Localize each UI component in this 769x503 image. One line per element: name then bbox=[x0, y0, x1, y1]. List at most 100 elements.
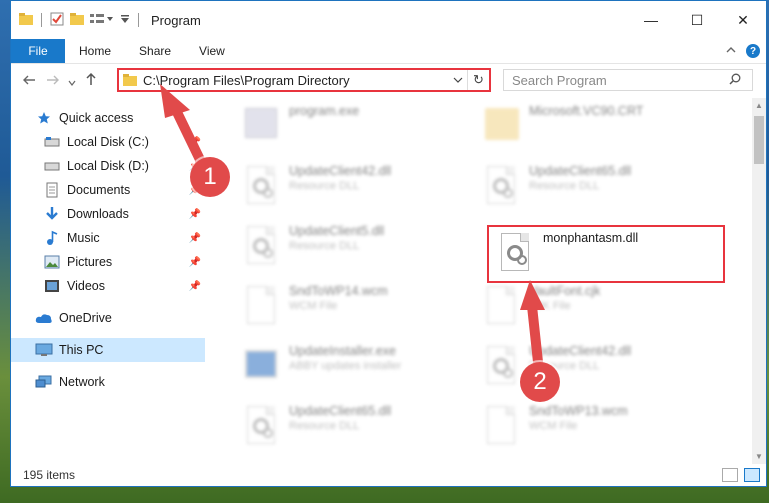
file-name: SndToWP13.wcm bbox=[529, 404, 628, 418]
dll-file-icon bbox=[495, 231, 535, 279]
recent-locations-button[interactable] bbox=[65, 73, 79, 89]
file-name: UpdateClient65.dll bbox=[289, 404, 392, 418]
music-icon bbox=[43, 230, 61, 246]
pictures-icon bbox=[43, 254, 61, 270]
file-item[interactable]: VaultFont.cjk CJK File bbox=[475, 280, 711, 338]
file-name: UpdateClient5.dll bbox=[289, 224, 385, 238]
highlighted-dll-file[interactable]: monphantasm.dll bbox=[487, 225, 725, 283]
large-icons-view-icon[interactable] bbox=[744, 468, 760, 482]
installer-icon bbox=[241, 344, 281, 392]
application-icon bbox=[241, 104, 281, 152]
sidebar-item-music[interactable]: Music 📌 bbox=[11, 226, 205, 250]
address-row: C:\Program Files\Program Directory ↻ bbox=[11, 63, 766, 97]
view-switcher bbox=[722, 468, 760, 482]
dll-file-icon bbox=[481, 344, 521, 392]
sidebar-item-this-pc[interactable]: This PC bbox=[11, 338, 205, 362]
chevron-down-icon[interactable] bbox=[449, 75, 467, 86]
videos-icon bbox=[43, 278, 61, 294]
expand-ribbon-icon[interactable] bbox=[726, 46, 736, 57]
file-type: CJK File bbox=[529, 300, 571, 312]
up-button[interactable] bbox=[79, 72, 103, 89]
sidebar-item-videos[interactable]: Videos 📌 bbox=[11, 274, 205, 298]
tab-home[interactable]: Home bbox=[65, 39, 125, 63]
address-bar[interactable]: C:\Program Files\Program Directory ↻ bbox=[117, 68, 491, 92]
tab-view[interactable]: View bbox=[185, 39, 239, 63]
file-item[interactable]: UpdateClient65.dll Resource DLL bbox=[475, 160, 711, 218]
details-view-icon[interactable] bbox=[722, 468, 738, 482]
window-controls: — ☐ ✕ bbox=[628, 1, 766, 39]
scroll-up-icon[interactable]: ▲ bbox=[752, 101, 766, 110]
file-item[interactable]: UpdateClient5.dll Resource DLL bbox=[235, 220, 471, 278]
search-input[interactable] bbox=[504, 72, 724, 88]
status-bar: 195 items bbox=[11, 464, 766, 486]
file-item[interactable]: SndToWP13.wcm WCM File bbox=[475, 400, 711, 458]
computer-icon bbox=[35, 342, 53, 358]
file-item[interactable]: SndToWP14.wcm WCM File bbox=[235, 280, 471, 338]
minimize-button[interactable]: — bbox=[628, 1, 674, 39]
tab-file[interactable]: File bbox=[11, 39, 65, 63]
back-button[interactable] bbox=[17, 73, 41, 89]
file-name: VaultFont.cjk bbox=[529, 284, 601, 298]
sidebar-item-downloads[interactable]: Downloads 📌 bbox=[11, 202, 205, 226]
sidebar-item-local-disk-d[interactable]: Local Disk (D:) 📌 bbox=[11, 154, 205, 178]
network-icon bbox=[35, 374, 53, 390]
sidebar-item-local-disk-c[interactable]: Local Disk (C:) 📌 bbox=[11, 130, 205, 154]
pin-icon: 📌 bbox=[188, 256, 201, 268]
forward-button[interactable] bbox=[41, 73, 65, 89]
cloud-icon bbox=[35, 310, 53, 326]
close-button[interactable]: ✕ bbox=[720, 1, 766, 39]
help-icon[interactable]: ? bbox=[746, 44, 760, 58]
file-icon bbox=[241, 284, 281, 332]
sidebar-item-documents[interactable]: Documents 📌 bbox=[11, 178, 205, 202]
explorer-body: Quick access Local Disk (C:) 📌 Local Dis… bbox=[11, 98, 766, 464]
sidebar-item-pictures[interactable]: Pictures 📌 bbox=[11, 250, 205, 274]
search-icon[interactable] bbox=[724, 73, 746, 88]
title-bar: Program — ☐ ✕ bbox=[11, 1, 766, 39]
sidebar-item-network[interactable]: Network bbox=[11, 370, 205, 394]
file-item[interactable]: UpdateClient65.dll Resource DLL bbox=[235, 400, 471, 458]
address-path[interactable]: C:\Program Files\Program Directory bbox=[143, 73, 449, 88]
new-folder-icon[interactable] bbox=[70, 12, 84, 28]
ribbon-tabs: File Home Share View ? bbox=[11, 39, 766, 63]
sidebar-item-label: Pictures bbox=[67, 255, 113, 269]
scrollbar-thumb[interactable] bbox=[754, 116, 764, 164]
documents-icon bbox=[43, 182, 61, 198]
separator bbox=[138, 13, 139, 27]
sidebar-item-label: Downloads bbox=[67, 207, 129, 221]
search-box[interactable] bbox=[503, 69, 753, 91]
sidebar-item-label: Network bbox=[59, 375, 105, 389]
download-icon bbox=[43, 206, 61, 222]
refresh-button[interactable]: ↻ bbox=[467, 70, 489, 90]
quick-access-toolbar bbox=[11, 12, 141, 29]
sidebar-item-quick-access[interactable]: Quick access bbox=[11, 106, 205, 130]
file-name: SndToWP14.wcm bbox=[289, 284, 388, 298]
sidebar-item-label: Quick access bbox=[59, 111, 134, 125]
star-icon bbox=[35, 110, 53, 126]
file-type: Resource DLL bbox=[289, 240, 360, 252]
file-name: UpdateClient42.dll bbox=[289, 164, 392, 178]
properties-icon[interactable] bbox=[50, 12, 64, 29]
file-item[interactable]: UpdateClient42.dll Resource DLL bbox=[235, 160, 471, 218]
folder-icon bbox=[123, 74, 137, 86]
file-item[interactable]: Microsoft.VC90.CRT bbox=[475, 100, 711, 158]
tab-share[interactable]: Share bbox=[125, 39, 185, 63]
navigation-pane: Quick access Local Disk (C:) 📌 Local Dis… bbox=[11, 98, 205, 464]
dll-file-icon bbox=[241, 404, 281, 452]
file-item[interactable]: UpdateInstaller.exe ABBY updates install… bbox=[235, 340, 471, 398]
customize-toolbar-icon[interactable] bbox=[90, 13, 114, 28]
scroll-down-icon[interactable]: ▼ bbox=[752, 452, 766, 461]
sidebar-item-onedrive[interactable]: OneDrive bbox=[11, 306, 205, 330]
file-name: UpdateClient65.dll bbox=[529, 164, 632, 178]
sidebar-item-label: This PC bbox=[59, 343, 104, 357]
file-item[interactable]: program.exe bbox=[235, 100, 471, 158]
maximize-button[interactable]: ☐ bbox=[674, 1, 720, 39]
file-item[interactable]: UpdateClient42.dll Resource DLL bbox=[475, 340, 711, 398]
item-count: 195 items bbox=[23, 468, 76, 482]
chevron-down-icon[interactable] bbox=[120, 13, 130, 27]
file-explorer-window: Program — ☐ ✕ File Home Share View ? C:\… bbox=[10, 0, 767, 487]
vertical-scrollbar[interactable]: ▲ ▼ bbox=[752, 98, 766, 464]
folder-icon bbox=[19, 12, 33, 28]
file-name: Microsoft.VC90.CRT bbox=[529, 104, 644, 118]
